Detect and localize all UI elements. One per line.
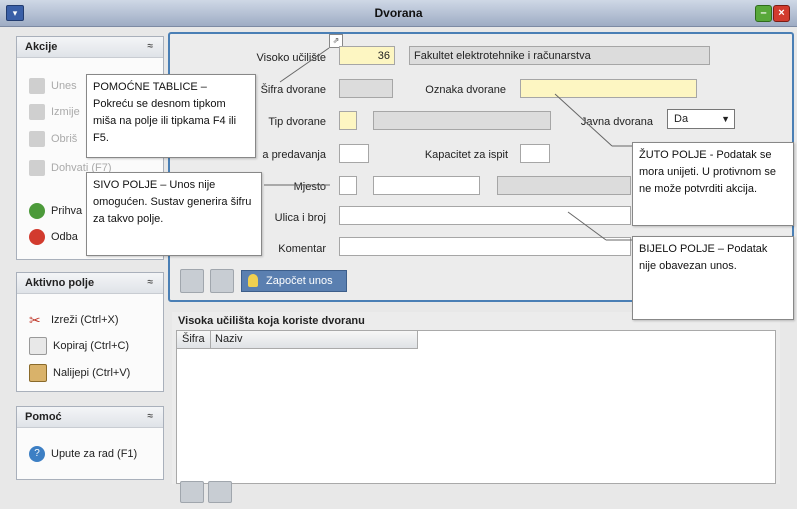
- pomoc-panel: Pomoć ≈ ? Upute za rad (F1): [16, 406, 164, 480]
- help-action[interactable]: ? Upute za rad (F1): [29, 445, 137, 463]
- mjesto-name-field: [497, 176, 631, 195]
- aktivno-polje-title: Aktivno polje: [25, 277, 95, 289]
- sifra-dvorane-field: [339, 79, 393, 98]
- delete-action[interactable]: Obriš: [29, 130, 77, 148]
- chevron-down-icon: ▼: [721, 114, 730, 124]
- collapse-icon[interactable]: ≈: [148, 273, 154, 293]
- grid-button[interactable]: [210, 269, 234, 293]
- minimize-button[interactable]: –: [755, 5, 772, 22]
- list-title: Visoka učilišta koja koriste dvoranu: [178, 315, 365, 327]
- mjesto-postal-field[interactable]: [373, 176, 480, 195]
- komentar-input[interactable]: [339, 237, 631, 256]
- aktivno-polje-panel: Aktivno polje ≈ ✂ Izreži (Ctrl+X) Kopira…: [16, 272, 164, 392]
- window-title: Dvorana: [374, 6, 423, 20]
- paste-label: Nalijepi (Ctrl+V): [53, 367, 131, 379]
- help-label: Upute za rad (F1): [51, 448, 138, 460]
- delete-icon: [29, 131, 45, 147]
- cut-label: Izreži (Ctrl+X): [51, 314, 119, 326]
- visoko-uciliste-code-input[interactable]: 36: [339, 46, 395, 65]
- lightbulb-icon: [248, 274, 258, 287]
- list-remove-button[interactable]: [208, 481, 232, 503]
- list-add-button[interactable]: [180, 481, 204, 503]
- javna-dvorana-value: Da: [674, 113, 689, 125]
- cut-action[interactable]: ✂ Izreži (Ctrl+X): [29, 311, 119, 329]
- pomocne-tablice-callout: POMOĆNE TABLICE – Pokreću se desnom tipk…: [86, 74, 256, 158]
- edit-icon: [29, 104, 45, 120]
- insert-icon: [29, 78, 45, 94]
- oznaka-dvorane-input[interactable]: [520, 79, 697, 98]
- delete-label: Obriš: [51, 133, 78, 145]
- visoko-uciliste-name-field: Fakultet elektrotehnike i računarstva: [409, 46, 710, 65]
- reject-label: Odba: [51, 231, 78, 243]
- tip-dvorane-input[interactable]: [339, 111, 357, 130]
- accept-label: Prihva: [51, 205, 83, 217]
- zuto-polje-callout: ŽUTO POLJE - Podatak se mora unijeti. U …: [632, 142, 794, 226]
- start-entry-label: Započet unos: [266, 275, 333, 287]
- column-divider: [210, 331, 211, 348]
- clipboard-icon: [29, 364, 47, 382]
- grid-header: Šifra Naziv: [177, 331, 418, 349]
- title-bar: ▾ Dvorana – ×: [0, 0, 797, 27]
- lookup-table-button[interactable]: [180, 269, 204, 293]
- mjesto-label: Mjesto: [293, 181, 326, 193]
- reject-icon: [29, 229, 45, 245]
- list-panel: Visoka učilišta koja koriste dvoranu Šif…: [172, 312, 780, 484]
- data-grid[interactable]: Šifra Naziv: [176, 330, 776, 484]
- accept-arrow-icon: [29, 203, 45, 219]
- mjesto-code-input[interactable]: [339, 176, 357, 195]
- kapacitet-predavanja-input[interactable]: [339, 144, 369, 163]
- aktivno-polje-header[interactable]: Aktivno polje ≈: [17, 273, 163, 294]
- column-header-naziv[interactable]: Naziv: [215, 333, 243, 345]
- application-window: ▾ Dvorana – × Akcije ≈ Unes Izmije Obriš…: [0, 0, 797, 509]
- visoko-uciliste-label: Visoko učilište: [256, 52, 327, 64]
- collapse-icon[interactable]: ≈: [148, 407, 154, 427]
- javna-dvorana-select[interactable]: Da ▼: [667, 109, 735, 129]
- paste-action[interactable]: Nalijepi (Ctrl+V): [29, 364, 130, 382]
- column-header-sifra[interactable]: Šifra: [182, 333, 205, 345]
- insert-label: Unes: [51, 80, 77, 92]
- kapacitet-predavanja-label: a predavanja: [262, 149, 326, 161]
- reject-action[interactable]: Odba: [29, 228, 78, 246]
- copy-action[interactable]: Kopiraj (Ctrl+C): [29, 337, 129, 355]
- oznaka-dvorane-label: Oznaka dvorane: [425, 84, 506, 96]
- javna-dvorana-label: Javna dvorana: [580, 116, 653, 128]
- scissors-icon: ✂: [29, 312, 41, 328]
- copy-label: Kopiraj (Ctrl+C): [53, 340, 130, 352]
- bijelo-polje-callout: BIJELO POLJE – Podatak nije obavezan uno…: [632, 236, 794, 320]
- copy-icon: [29, 337, 47, 355]
- akcije-header[interactable]: Akcije ≈: [17, 37, 163, 58]
- accept-action[interactable]: Prihva: [29, 202, 82, 220]
- pomoc-title: Pomoć: [25, 411, 62, 423]
- fetch-icon: [29, 160, 45, 176]
- akcije-title: Akcije: [25, 41, 58, 53]
- insert-action[interactable]: Unes: [29, 77, 77, 95]
- tip-dvorane-name-field: [373, 111, 551, 130]
- edit-action[interactable]: Izmije: [29, 103, 80, 121]
- kapacitet-ispit-label: Kapacitet za ispit: [424, 149, 508, 161]
- ulica-input[interactable]: [339, 206, 631, 225]
- close-button[interactable]: ×: [773, 5, 790, 22]
- pomoc-header[interactable]: Pomoć ≈: [17, 407, 163, 428]
- help-icon: ?: [29, 446, 45, 462]
- start-entry-button[interactable]: Započet unos: [241, 270, 347, 292]
- sivo-polje-callout: SIVO POLJE – Unos nije omogućen. Sustav …: [86, 172, 262, 256]
- kapacitet-ispit-input[interactable]: [520, 144, 550, 163]
- collapse-icon[interactable]: ≈: [148, 37, 154, 57]
- edit-label: Izmije: [51, 106, 80, 118]
